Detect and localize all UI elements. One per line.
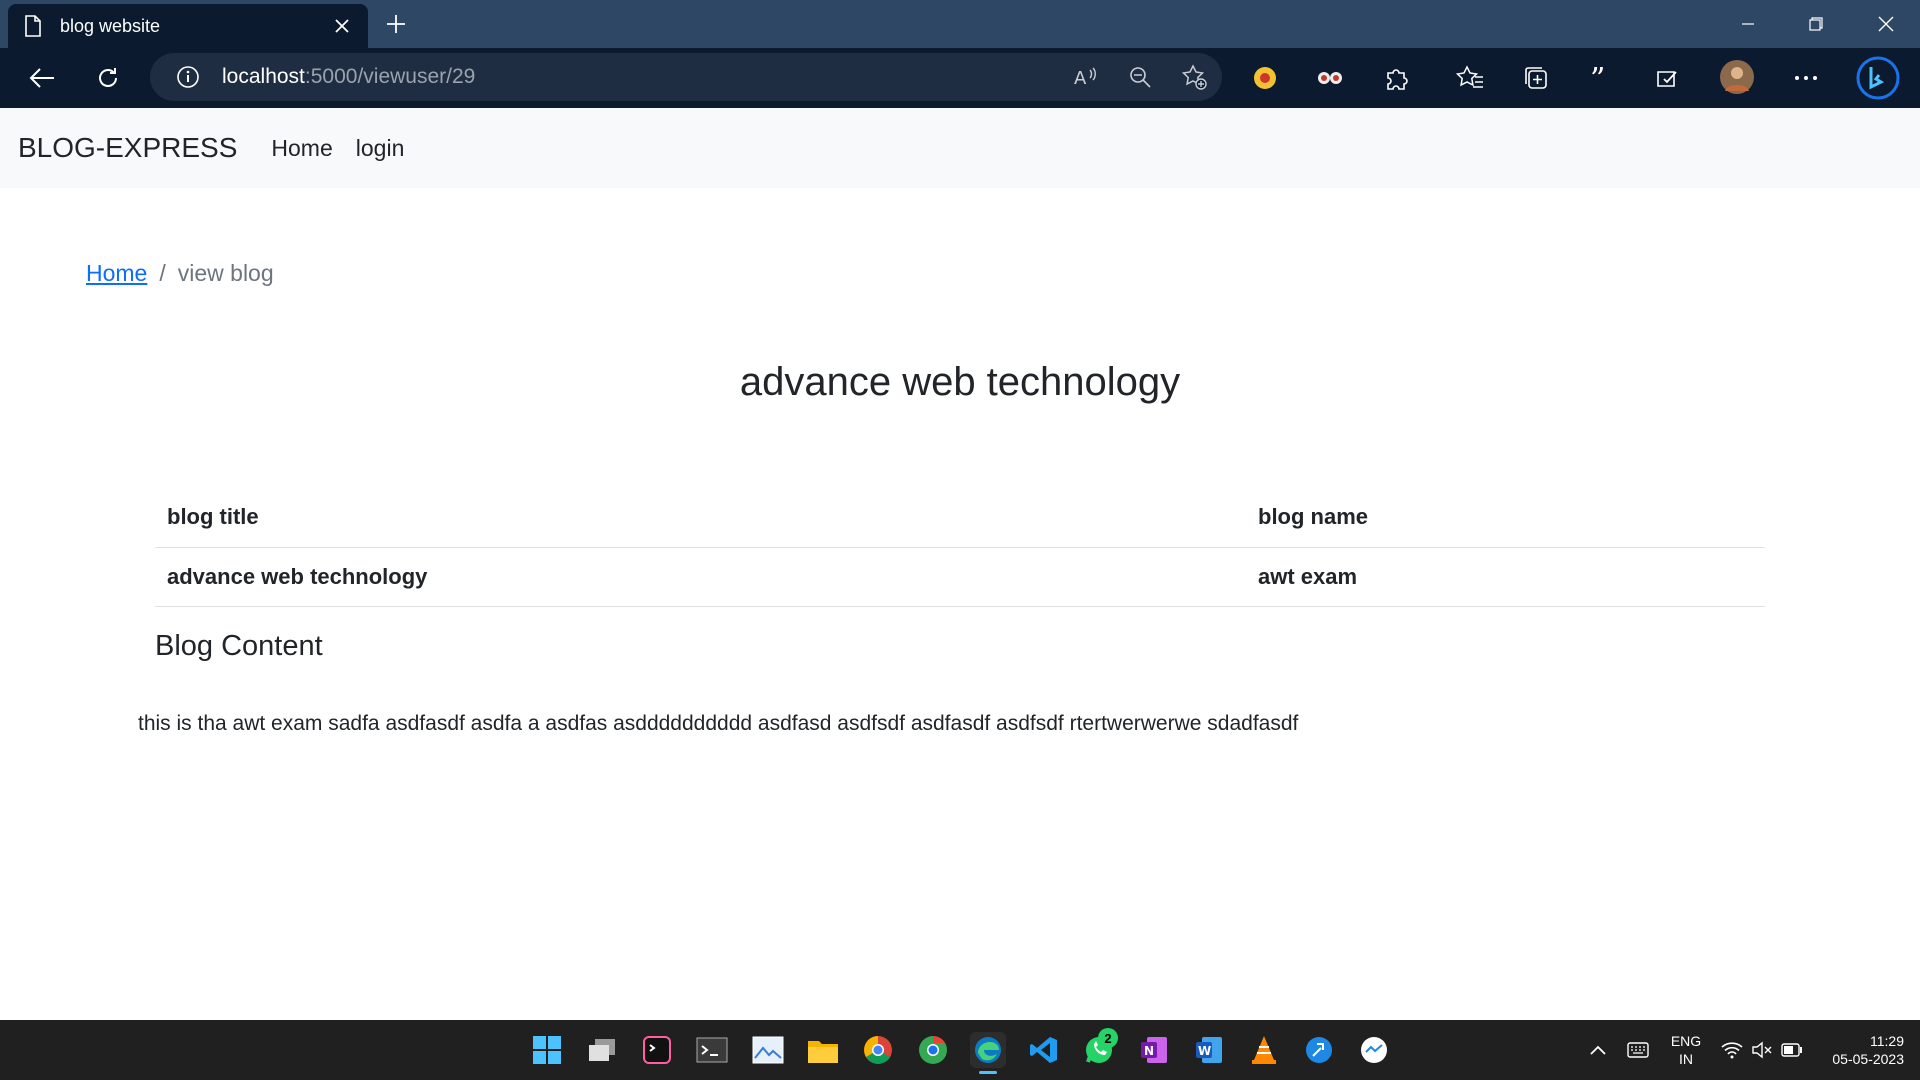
- keyboard-icon[interactable]: [1624, 1020, 1652, 1080]
- svg-text:A: A: [1074, 68, 1087, 88]
- nav-login-link[interactable]: login: [356, 135, 405, 162]
- extensions-puzzle-icon[interactable]: [1380, 62, 1412, 94]
- extension-mask-icon[interactable]: [1314, 62, 1346, 94]
- command-prompt-icon[interactable]: [694, 1032, 730, 1068]
- region-code: IN: [1679, 1051, 1693, 1067]
- address-bar[interactable]: localhost :5000/viewuser/29 A: [150, 53, 1222, 101]
- language-indicator[interactable]: ENG IN: [1668, 1032, 1704, 1068]
- zoom-out-icon[interactable]: [1124, 61, 1156, 93]
- blog-heading: advance web technology: [739, 360, 1181, 404]
- vlc-icon[interactable]: [1246, 1032, 1282, 1068]
- bing-chat-icon[interactable]: [1856, 56, 1900, 100]
- browser-toolbar: localhost :5000/viewuser/29 A ”: [0, 48, 1920, 144]
- system-clock[interactable]: 11:29 05-05-2023: [1808, 1032, 1904, 1068]
- content-heading: Blog Content: [155, 630, 323, 662]
- terminal-app-icon[interactable]: [639, 1032, 675, 1068]
- address-path: :5000/viewuser/29: [304, 65, 476, 88]
- browser-tab[interactable]: blog website: [8, 4, 368, 48]
- chevron-up-icon[interactable]: [1586, 1020, 1610, 1080]
- clock-time: 11:29: [1870, 1033, 1904, 1049]
- breadcrumb-home-link[interactable]: Home: [86, 260, 147, 287]
- refresh-icon[interactable]: [88, 58, 128, 98]
- profile-avatar[interactable]: [1718, 58, 1756, 96]
- photos-icon[interactable]: [750, 1032, 786, 1068]
- onenote-icon[interactable]: N: [1136, 1032, 1172, 1068]
- restore-button[interactable]: [1782, 0, 1850, 48]
- taskbar: 2 N W ENG IN 11:29 05-05-2023: [0, 1020, 1920, 1080]
- file-explorer-icon[interactable]: [805, 1032, 841, 1068]
- edge-icon[interactable]: [970, 1032, 1006, 1068]
- network-app-icon[interactable]: [1301, 1032, 1337, 1068]
- task-view-icon[interactable]: [584, 1032, 620, 1068]
- page-icon: [22, 15, 44, 37]
- vscode-icon[interactable]: [1026, 1032, 1062, 1068]
- app-navbar: BLOG-EXPRESS Home login: [0, 108, 1920, 188]
- breadcrumb-separator: /: [159, 260, 166, 286]
- battery-icon[interactable]: [1778, 1020, 1806, 1080]
- chrome-icon[interactable]: [860, 1032, 896, 1068]
- add-favorite-icon[interactable]: [1178, 61, 1210, 93]
- breadcrumb: Home / view blog: [86, 260, 274, 287]
- header-blog-name: blog name: [1246, 488, 1765, 548]
- cell-blog-title: advance web technology: [155, 547, 1246, 607]
- wifi-icon[interactable]: [1718, 1020, 1746, 1080]
- performance-icon[interactable]: [1652, 62, 1684, 94]
- new-tab-button[interactable]: [380, 8, 412, 40]
- word-icon[interactable]: W: [1191, 1032, 1227, 1068]
- brand-logo[interactable]: BLOG-EXPRESS: [18, 132, 237, 164]
- header-blog-title: blog title: [155, 488, 1246, 548]
- favorites-icon[interactable]: [1454, 62, 1486, 94]
- svg-text:N: N: [1144, 1044, 1154, 1058]
- language-code: ENG: [1670, 1033, 1702, 1049]
- table-row: advance web technology awt exam: [155, 547, 1765, 607]
- close-tab-icon[interactable]: [330, 14, 354, 38]
- breadcrumb-current: view blog: [177, 260, 274, 286]
- page-viewport: BLOG-EXPRESS Home login Home / view blog…: [0, 108, 1920, 1020]
- blog-info-table: blog title blog name advance web technol…: [155, 488, 1765, 607]
- start-icon[interactable]: [529, 1032, 565, 1068]
- read-aloud-icon[interactable]: A: [1070, 61, 1102, 93]
- active-app-indicator: [979, 1071, 997, 1074]
- content-text: this is tha awt exam sadfa asdfasdf asdf…: [138, 712, 1299, 735]
- table-row: blog title blog name: [155, 488, 1765, 548]
- svg-text:W: W: [1198, 1044, 1211, 1058]
- clock-date: 05-05-2023: [1832, 1051, 1904, 1067]
- chrome-profile-icon[interactable]: [915, 1032, 951, 1068]
- browser-title-bar: blog website: [0, 0, 1920, 48]
- app-circle-icon[interactable]: [1356, 1032, 1392, 1068]
- whatsapp-badge: 2: [1098, 1028, 1118, 1048]
- svg-text:”: ”: [1590, 67, 1605, 89]
- tab-title: blog website: [60, 15, 161, 36]
- info-icon[interactable]: [174, 63, 202, 91]
- close-window-button[interactable]: [1852, 0, 1920, 48]
- minimize-button[interactable]: [1714, 0, 1782, 48]
- back-arrow-icon[interactable]: [22, 58, 62, 98]
- nav-home-link[interactable]: Home: [271, 135, 332, 162]
- collections-icon[interactable]: [1520, 62, 1552, 94]
- extension-icon[interactable]: [1249, 62, 1281, 94]
- address-host: localhost: [222, 65, 305, 88]
- speaker-muted-icon[interactable]: [1748, 1020, 1776, 1080]
- quote-icon[interactable]: ”: [1586, 62, 1618, 94]
- cell-blog-name: awt exam: [1246, 547, 1765, 607]
- more-options-icon[interactable]: [1790, 62, 1822, 94]
